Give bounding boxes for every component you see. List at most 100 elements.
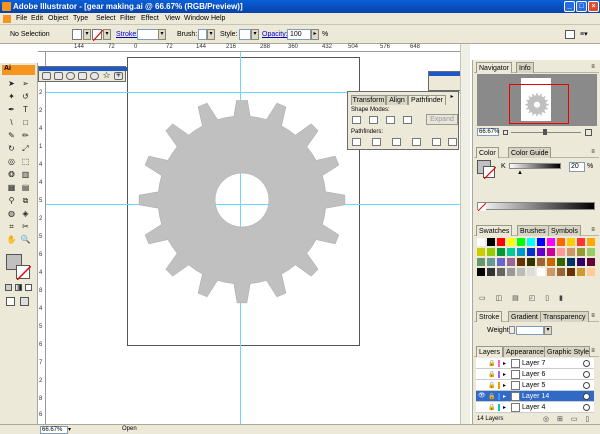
- lock-icon[interactable]: 🔒: [488, 382, 495, 389]
- brush-dropdown[interactable]: ▾: [207, 29, 215, 40]
- expand-button[interactable]: Expand: [426, 114, 458, 125]
- panel-menu-icon[interactable]: ≡▾: [580, 30, 594, 39]
- target-circle-icon[interactable]: [583, 382, 590, 389]
- swatch[interactable]: [487, 258, 495, 266]
- swatch[interactable]: [557, 258, 565, 266]
- stroke-weight-input[interactable]: [137, 29, 159, 40]
- color-mode-icon[interactable]: [5, 284, 12, 291]
- lasso-tool-icon[interactable]: ↺: [20, 91, 31, 102]
- stroke-link[interactable]: Stroke:: [116, 31, 138, 38]
- type-tool-icon[interactable]: T: [20, 104, 31, 115]
- panel-menu-icon[interactable]: ≡: [589, 148, 597, 156]
- lock-icon[interactable]: 🔒: [488, 404, 495, 411]
- star-tool-icon[interactable]: ☆: [102, 71, 111, 80]
- free-transform-tool-icon[interactable]: ⬚: [20, 156, 31, 167]
- swatch-grid[interactable]: [477, 238, 595, 278]
- swatch[interactable]: [527, 268, 535, 276]
- lock-icon[interactable]: 🔒: [488, 371, 495, 378]
- swatch[interactable]: [507, 238, 515, 246]
- swatch[interactable]: [547, 268, 555, 276]
- fill-dropdown[interactable]: ▾: [83, 29, 91, 40]
- color-stroke-box[interactable]: [483, 166, 497, 180]
- eyedropper-tool-icon[interactable]: ⚲: [6, 195, 17, 206]
- swatch[interactable]: [527, 238, 535, 246]
- maximize-button[interactable]: □: [576, 1, 587, 12]
- zoom-level-input[interactable]: 66.67%: [40, 426, 68, 434]
- gradient-mode-icon[interactable]: [15, 284, 22, 291]
- minimize-button[interactable]: _: [564, 1, 575, 12]
- swatch[interactable]: [487, 238, 495, 246]
- trim-icon[interactable]: [372, 138, 381, 146]
- swatch[interactable]: [527, 258, 535, 266]
- live-paint-selection-tool-icon[interactable]: ◈: [20, 208, 31, 219]
- scale-tool-icon[interactable]: ⤢: [20, 143, 31, 154]
- lock-icon[interactable]: 🔒: [488, 360, 495, 367]
- pen-tool-icon[interactable]: ✒: [6, 104, 17, 115]
- swatch[interactable]: [547, 258, 555, 266]
- zoom-in-icon[interactable]: [585, 129, 592, 136]
- tab-stroke[interactable]: Stroke: [476, 311, 503, 322]
- swatch[interactable]: [517, 258, 525, 266]
- tab-navigator[interactable]: Navigator: [476, 62, 512, 73]
- tab-align[interactable]: Align: [386, 95, 408, 105]
- tab-gradient[interactable]: Gradient: [508, 311, 541, 322]
- menu-select[interactable]: Select: [96, 15, 115, 22]
- expand-triangle-icon[interactable]: ▸: [503, 393, 506, 400]
- symbol-sprayer-tool-icon[interactable]: ❂: [6, 169, 17, 180]
- panel-menu-icon[interactable]: ≡: [589, 63, 597, 71]
- swatch[interactable]: [577, 248, 585, 256]
- gear-path[interactable]: [138, 100, 346, 304]
- layer-name[interactable]: Layer 5: [522, 382, 545, 389]
- panel-grip[interactable]: [39, 67, 127, 71]
- close-button[interactable]: ×: [588, 1, 599, 12]
- target-circle-icon[interactable]: [583, 404, 590, 411]
- swatch-actions[interactable]: ▭ ◫ ▤ ◰ ▯ ▮: [479, 294, 567, 302]
- hand-tool-icon[interactable]: ✋: [6, 234, 17, 245]
- gradient-tool-icon[interactable]: ▤: [20, 182, 31, 193]
- k-slider[interactable]: [509, 163, 561, 169]
- document-icon[interactable]: [3, 15, 11, 23]
- rotate-tool-icon[interactable]: ↻: [6, 143, 17, 154]
- swatch[interactable]: [537, 238, 545, 246]
- layer-name[interactable]: Layer 14: [522, 393, 549, 400]
- tab-layers[interactable]: Layers: [476, 346, 504, 357]
- swatch[interactable]: [507, 248, 515, 256]
- fill-swatch[interactable]: [72, 29, 82, 40]
- weight-dropdown[interactable]: ▾: [544, 326, 552, 335]
- tab-symbols[interactable]: Symbols: [548, 225, 581, 236]
- target-circle-icon[interactable]: [583, 371, 590, 378]
- vertical-scrollbar[interactable]: [460, 44, 470, 424]
- swatch[interactable]: [497, 258, 505, 266]
- layer-actions[interactable]: ◎ ⊞ ▭ ▯: [543, 415, 592, 423]
- swatch[interactable]: [587, 238, 595, 246]
- flare-tool-icon[interactable]: ✳: [114, 72, 123, 80]
- divide-icon[interactable]: [352, 138, 361, 146]
- layer-row[interactable]: 🔒 ▸ Layer 4: [476, 402, 594, 413]
- k-slider-thumb[interactable]: ▲: [517, 170, 523, 176]
- k-value-input[interactable]: 20: [569, 162, 585, 172]
- swatch[interactable]: [527, 248, 535, 256]
- circle-tool-icon[interactable]: [90, 72, 99, 80]
- swatch[interactable]: [587, 248, 595, 256]
- tab-appearance[interactable]: Appearance: [503, 346, 547, 357]
- magic-wand-tool-icon[interactable]: ✦: [6, 91, 17, 102]
- swatch[interactable]: [477, 238, 485, 246]
- swatch[interactable]: [587, 268, 595, 276]
- panel-grip[interactable]: [429, 72, 460, 76]
- layer-row[interactable]: 🔒 ▸ Layer 7: [476, 358, 594, 369]
- stroke-weight-dropdown[interactable]: ▾: [158, 29, 166, 40]
- warp-tool-icon[interactable]: ◎: [6, 156, 17, 167]
- swatch[interactable]: [487, 268, 495, 276]
- crop-area-tool-icon[interactable]: ⌗: [6, 221, 17, 232]
- tab-color[interactable]: Color: [476, 147, 499, 158]
- visibility-eye-icon[interactable]: [478, 404, 486, 411]
- swatch[interactable]: [577, 258, 585, 266]
- outline-icon[interactable]: [432, 138, 441, 146]
- opacity-link[interactable]: Opacity:: [262, 31, 288, 38]
- zoom-tool-icon[interactable]: 🔍: [20, 234, 31, 245]
- polygon-tool-icon[interactable]: [78, 72, 87, 80]
- blend-tool-icon[interactable]: ⧉: [20, 195, 31, 206]
- stroke-color-box[interactable]: [16, 265, 32, 281]
- swatch[interactable]: [557, 248, 565, 256]
- tab-pathfinder[interactable]: Pathfinder: [408, 95, 446, 105]
